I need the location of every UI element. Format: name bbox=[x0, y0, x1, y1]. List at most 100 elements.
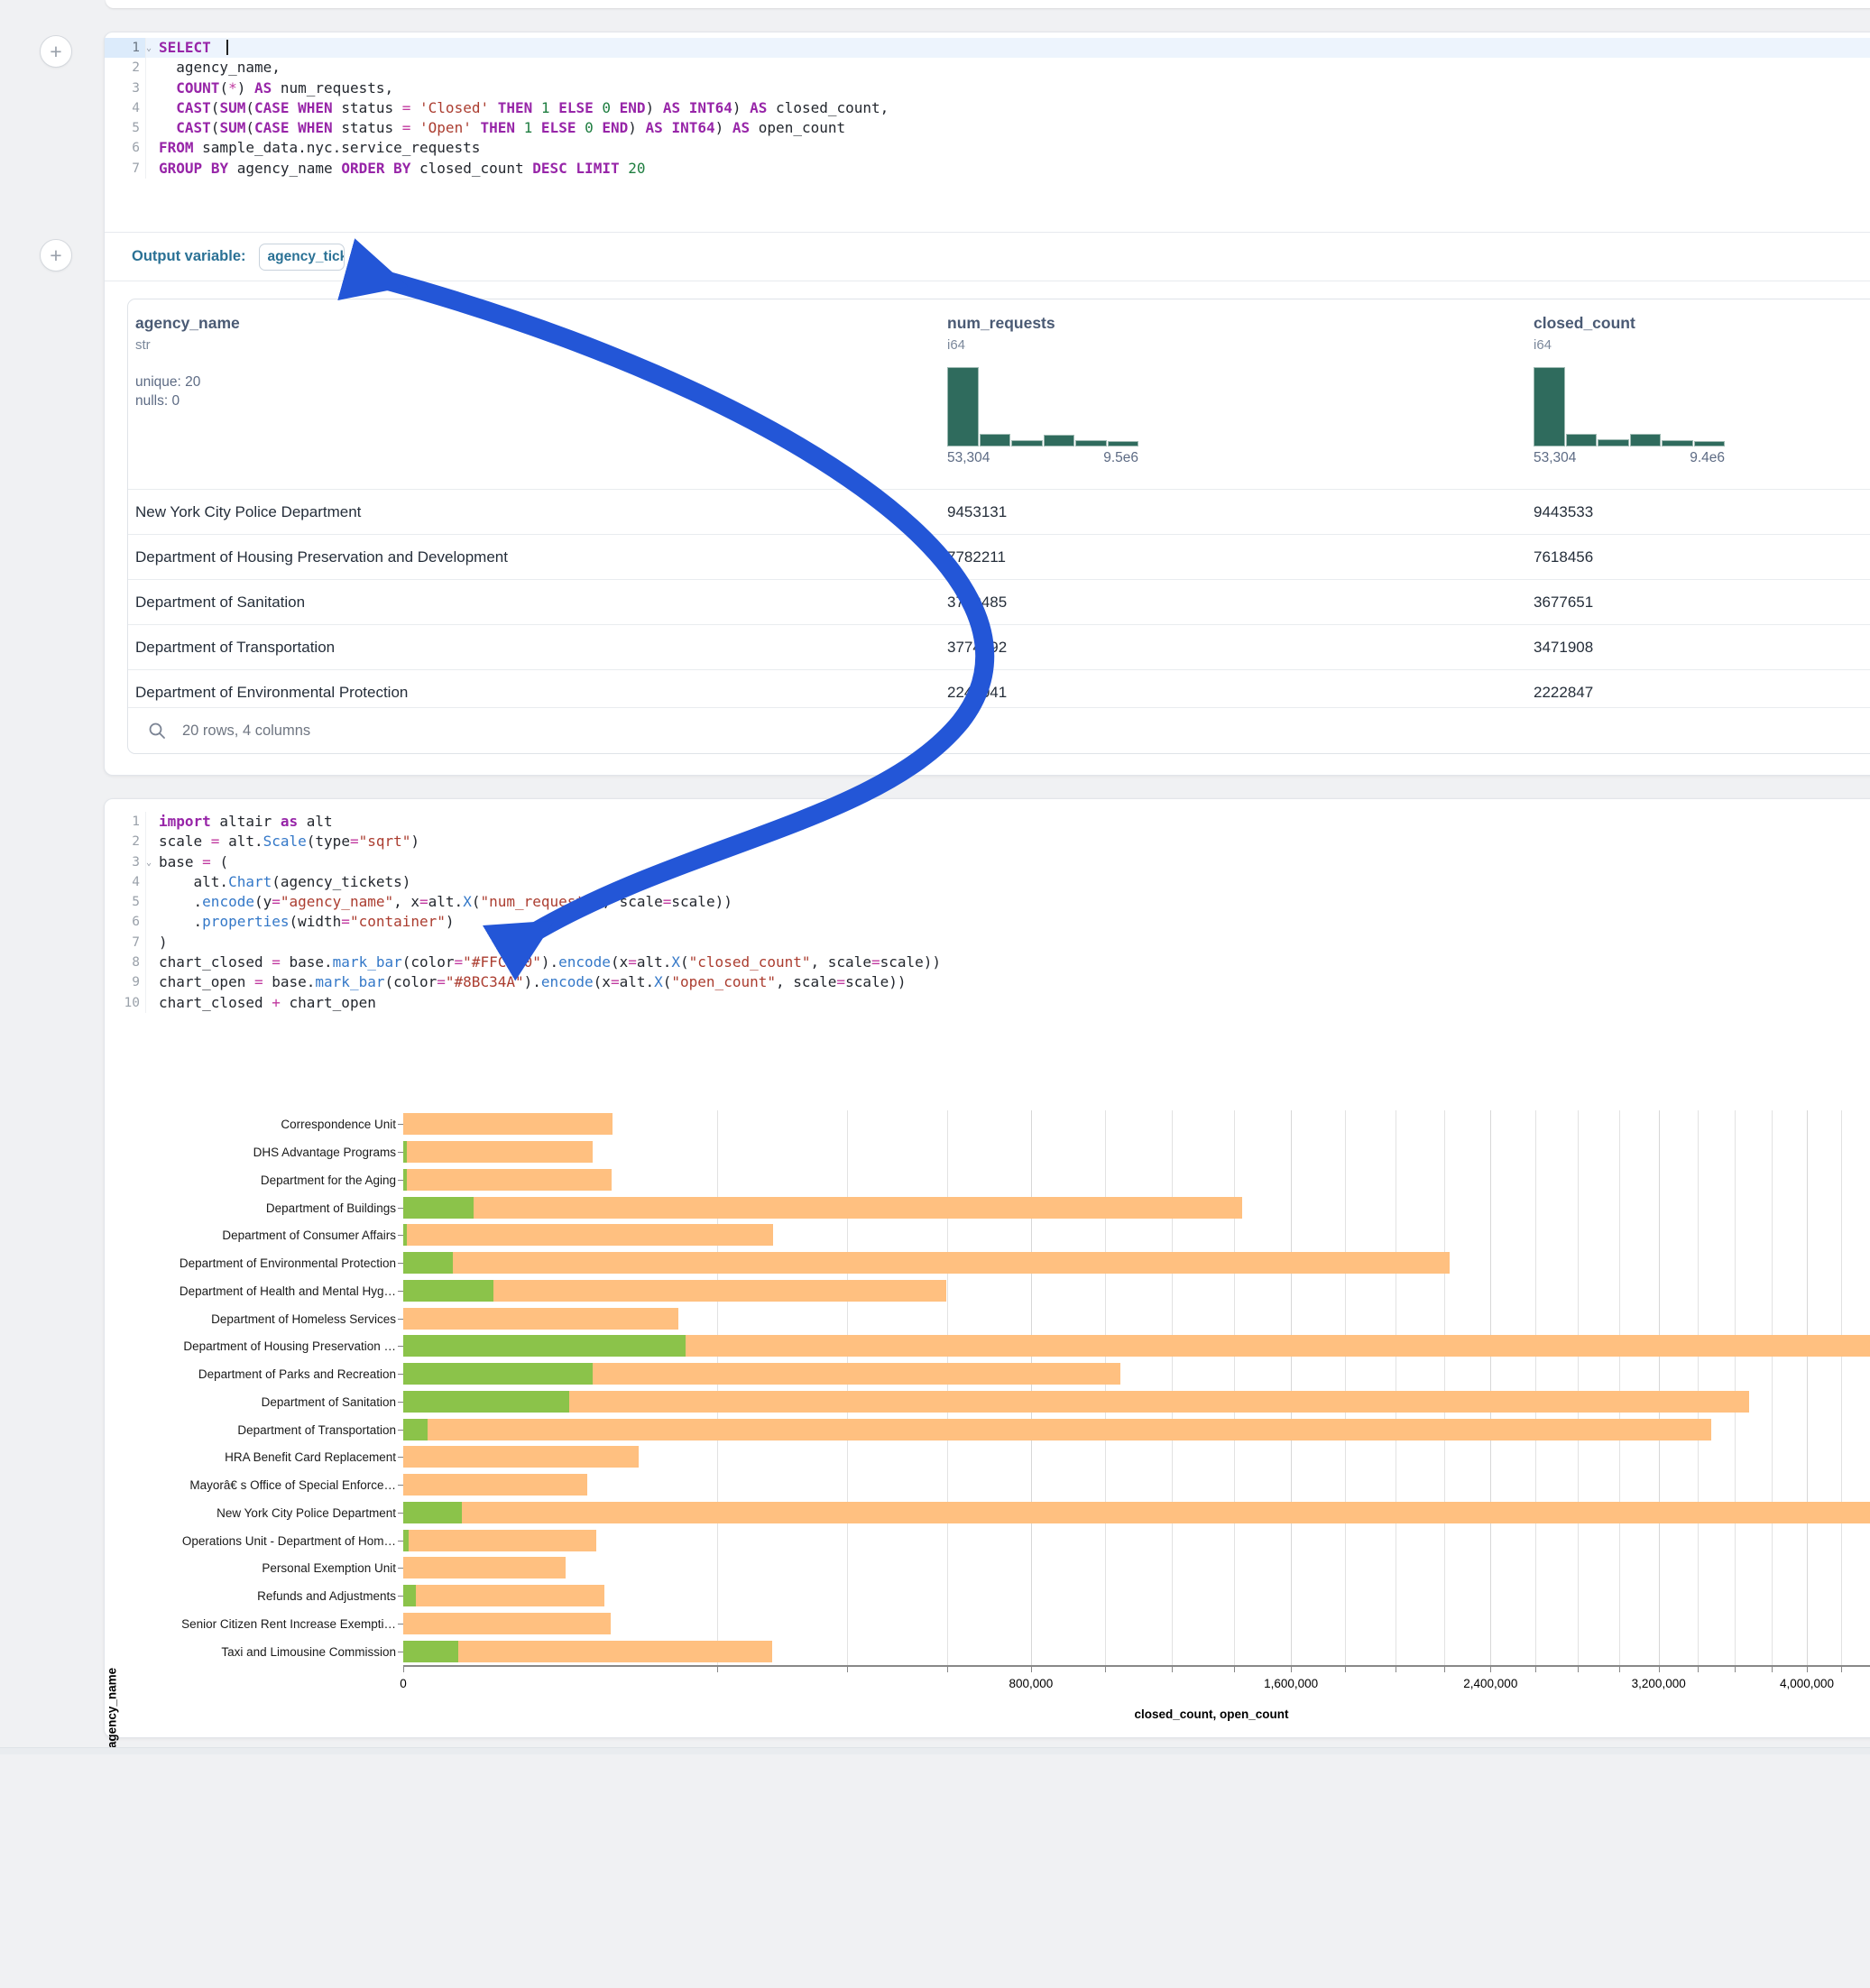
bar-open-count[interactable] bbox=[403, 1502, 462, 1523]
bar-closed-count[interactable] bbox=[403, 1613, 611, 1634]
column-header-closed_count[interactable]: closed_counti6453,3049.4e6 bbox=[1534, 314, 1725, 466]
bar-closed-count[interactable] bbox=[403, 1252, 1450, 1274]
python-line-2[interactable]: 2scale = alt.Scale(type="sqrt") bbox=[105, 832, 1870, 851]
bar-closed-count[interactable] bbox=[403, 1308, 678, 1330]
bar-closed-count[interactable] bbox=[403, 1141, 593, 1163]
bar-closed-count[interactable] bbox=[403, 1419, 1711, 1440]
y-axis-label: Senior Citizen Rent Increase Exempti… bbox=[105, 1617, 396, 1631]
sql-line-6[interactable]: 6FROM sample_data.nyc.service_requests bbox=[105, 138, 1870, 158]
gridline bbox=[1172, 1110, 1173, 1665]
sql-line-4[interactable]: 4 CAST(SUM(CASE WHEN status = 'Closed' T… bbox=[105, 98, 1870, 118]
code-token-kw: SUM bbox=[219, 99, 245, 116]
y-axis-tick bbox=[398, 1263, 403, 1264]
column-header-agency_name[interactable]: agency_namestrunique: 20nulls: 0 bbox=[135, 314, 240, 410]
bar-open-count[interactable] bbox=[403, 1280, 493, 1302]
fold-chevron-icon[interactable]: ⌄ bbox=[146, 853, 152, 873]
table-row[interactable]: Department of Housing Preservation and D… bbox=[128, 534, 1870, 579]
column-header-num_requests[interactable]: num_requestsi6453,3049.5e6 bbox=[947, 314, 1138, 466]
sql-line-1[interactable]: 1⌄SELECT bbox=[105, 38, 1870, 58]
x-axis-tick bbox=[1659, 1667, 1660, 1672]
gridline bbox=[1234, 1110, 1235, 1665]
histogram-bin bbox=[1566, 434, 1598, 446]
sql-line-2[interactable]: 2 agency_name, bbox=[105, 58, 1870, 78]
bar-closed-count[interactable] bbox=[403, 1113, 613, 1135]
output-variable-pill[interactable]: agency_tickets bbox=[259, 244, 345, 271]
y-axis-tick bbox=[398, 1124, 403, 1125]
bar-closed-count[interactable] bbox=[403, 1641, 772, 1662]
python-line-9[interactable]: 9chart_open = base.mark_bar(color="#8BC3… bbox=[105, 972, 1870, 992]
python-line-7[interactable]: 7) bbox=[105, 933, 1870, 953]
code-token-op: * bbox=[228, 79, 237, 97]
python-line-8[interactable]: 8chart_closed = base.mark_bar(color="#FF… bbox=[105, 953, 1870, 972]
bar-closed-count[interactable] bbox=[403, 1224, 773, 1246]
python-code-editor[interactable]: 1import altair as alt2scale = alt.Scale(… bbox=[105, 799, 1870, 1013]
bar-closed-count[interactable] bbox=[403, 1474, 587, 1496]
bar-open-count[interactable] bbox=[403, 1641, 458, 1662]
code-text: agency_name, bbox=[146, 58, 281, 78]
python-line-4[interactable]: 4 alt.Chart(agency_tickets) bbox=[105, 872, 1870, 892]
sql-line-3[interactable]: 3 COUNT(*) AS num_requests, bbox=[105, 78, 1870, 98]
bar-closed-count[interactable] bbox=[403, 1585, 604, 1606]
bar-closed-count[interactable] bbox=[403, 1502, 1870, 1523]
table-cell: Department of Sanitation bbox=[135, 580, 305, 624]
line-number: 4 bbox=[105, 98, 146, 118]
bar-closed-count[interactable] bbox=[403, 1391, 1749, 1413]
table-row[interactable]: Department of Sanitation37494853677651 bbox=[128, 579, 1870, 624]
bar-open-count[interactable] bbox=[403, 1169, 407, 1191]
sql-line-7[interactable]: 7GROUP BY agency_name ORDER BY closed_co… bbox=[105, 159, 1870, 179]
code-text: alt.Chart(agency_tickets) bbox=[146, 872, 410, 892]
bar-open-count[interactable] bbox=[403, 1585, 416, 1606]
code-text: .properties(width="container") bbox=[146, 912, 455, 932]
bar-open-count[interactable] bbox=[403, 1391, 569, 1413]
bar-open-count[interactable] bbox=[403, 1224, 407, 1246]
y-axis-label: HRA Benefit Card Replacement bbox=[105, 1450, 396, 1464]
bar-open-count[interactable] bbox=[403, 1252, 453, 1274]
bar-open-count[interactable] bbox=[403, 1197, 474, 1219]
code-token-pl bbox=[532, 99, 541, 116]
line-number: 2 bbox=[105, 832, 146, 851]
bar-closed-count[interactable] bbox=[403, 1446, 639, 1468]
bar-closed-count[interactable] bbox=[403, 1169, 612, 1191]
python-line-3[interactable]: 3⌄base = ( bbox=[105, 852, 1870, 872]
bar-open-count[interactable] bbox=[403, 1335, 686, 1357]
code-text: base = ( bbox=[146, 852, 228, 872]
x-axis-tick-label: 3,200,000 bbox=[1632, 1677, 1686, 1690]
bar-closed-count[interactable] bbox=[403, 1530, 596, 1551]
code-token-kw: SELECT bbox=[159, 39, 211, 56]
code-token-op: = bbox=[871, 953, 880, 971]
sql-line-5[interactable]: 5 CAST(SUM(CASE WHEN status = 'Open' THE… bbox=[105, 118, 1870, 138]
code-token-op: = bbox=[211, 833, 220, 850]
python-line-1[interactable]: 1import altair as alt bbox=[105, 812, 1870, 832]
bar-open-count[interactable] bbox=[403, 1419, 428, 1440]
python-line-5[interactable]: 5 .encode(y="agency_name", x=alt.X("num_… bbox=[105, 892, 1870, 912]
y-axis-tick bbox=[398, 1513, 403, 1514]
code-token-pl bbox=[620, 160, 629, 177]
code-token-pl: closed_count, bbox=[767, 99, 889, 116]
python-line-10[interactable]: 10chart_closed + chart_open bbox=[105, 993, 1870, 1013]
y-axis-tick bbox=[398, 1485, 403, 1486]
code-token-pl bbox=[211, 39, 220, 56]
bar-closed-count[interactable] bbox=[403, 1557, 566, 1578]
add-cell-button-top[interactable]: + bbox=[40, 35, 72, 68]
table-row[interactable]: Department of Transportation377489234719… bbox=[128, 624, 1870, 669]
table-cell: Department of Housing Preservation and D… bbox=[135, 535, 508, 579]
sql-code-editor[interactable]: 1⌄SELECT 2 agency_name,3 COUNT(*) AS num… bbox=[105, 32, 1870, 179]
table-row[interactable]: New York City Police Department945313194… bbox=[128, 489, 1870, 534]
search-icon[interactable] bbox=[148, 722, 166, 740]
code-token-pl bbox=[550, 99, 559, 116]
bar-open-count[interactable] bbox=[403, 1530, 409, 1551]
code-token-num: 0 bbox=[602, 99, 611, 116]
x-axis-tick bbox=[1444, 1667, 1445, 1672]
bar-open-count[interactable] bbox=[403, 1141, 407, 1163]
python-line-6[interactable]: 6 .properties(width="container") bbox=[105, 912, 1870, 932]
code-token-op: = bbox=[455, 953, 464, 971]
code-token-pl: chart_open bbox=[159, 973, 254, 990]
add-cell-button-output[interactable]: + bbox=[40, 239, 72, 272]
gridline bbox=[1535, 1110, 1536, 1665]
table-body: New York City Police Department945313194… bbox=[128, 489, 1870, 714]
bar-open-count[interactable] bbox=[403, 1363, 593, 1385]
code-token-pl: status bbox=[333, 119, 402, 136]
x-axis-tick-label: 2,400,000 bbox=[1463, 1677, 1517, 1690]
fold-chevron-icon[interactable]: ⌄ bbox=[146, 39, 152, 59]
bar-closed-count[interactable] bbox=[403, 1197, 1242, 1219]
